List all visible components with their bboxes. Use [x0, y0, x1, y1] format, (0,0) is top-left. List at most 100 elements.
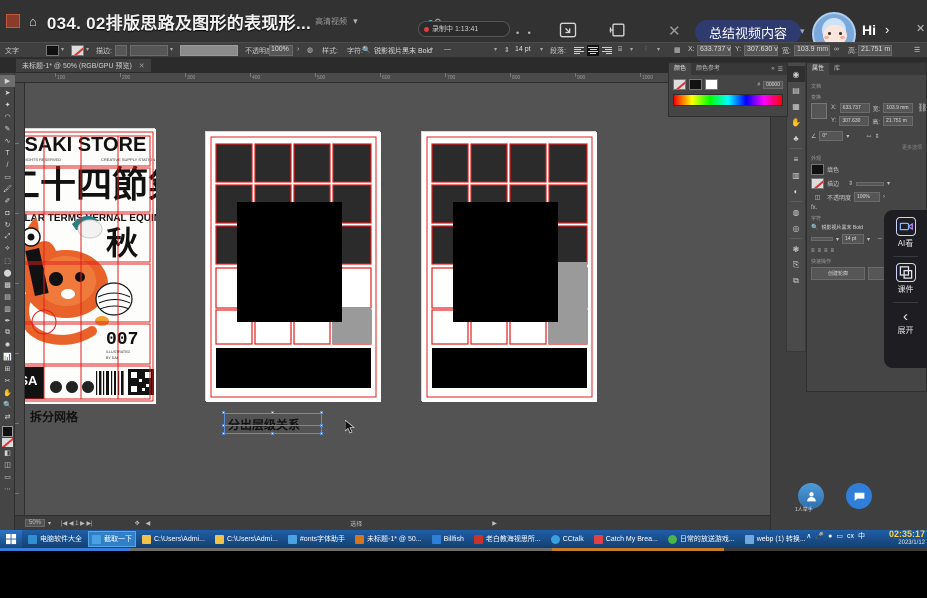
selection-handle[interactable]: [222, 411, 225, 414]
windows-taskbar[interactable]: 电脑软件大全 截取一下 C:\Users\Admi... C:\Users\Ad…: [0, 530, 927, 548]
toolbar-overflow-icon[interactable]: ⋯: [0, 483, 15, 495]
artboard-tool[interactable]: ⊞: [0, 363, 15, 375]
chevron-down-icon[interactable]: ▾: [887, 180, 890, 187]
layers-panel-icon[interactable]: ▤: [787, 82, 805, 98]
hand-tool[interactable]: ✋: [0, 387, 15, 399]
search-icon[interactable]: 🔍: [811, 224, 818, 231]
canvas-text-selection[interactable]: 分出层级关系: [224, 413, 296, 430]
paintbrush-tool[interactable]: 🖌: [0, 183, 15, 195]
status-scroll-left-icon[interactable]: ◀: [146, 520, 151, 527]
chevron-down-icon[interactable]: ▾: [846, 133, 849, 140]
rotate-tool[interactable]: ↻: [0, 219, 15, 231]
font-size-stepper-icon[interactable]: ⇕: [504, 46, 510, 54]
chevron-down-icon[interactable]: ▾: [800, 26, 805, 37]
swap-fill-stroke-icon[interactable]: ⇄: [0, 411, 15, 423]
font-style-value[interactable]: —: [444, 46, 451, 53]
chevron-down-icon[interactable]: ▾: [86, 46, 89, 53]
home-icon[interactable]: ⌂: [29, 14, 37, 29]
font-weight-field[interactable]: [811, 237, 833, 241]
lock-ratio-icon[interactable]: ∞: [834, 46, 839, 53]
tab-libraries[interactable]: 库: [829, 63, 845, 75]
eyedropper-tool[interactable]: ✒: [0, 315, 15, 327]
black-swatch[interactable]: [689, 79, 702, 90]
chevron-down-icon[interactable]: ▾: [61, 46, 64, 53]
taskbar-item[interactable]: Billfish: [428, 531, 468, 547]
libraries-panel-icon[interactable]: ▦: [787, 98, 805, 114]
hex-value[interactable]: 00000: [763, 81, 783, 89]
taskbar-item[interactable]: 未标题-1* @ 50...: [351, 531, 426, 547]
chevron-right-icon[interactable]: ›: [883, 194, 885, 200]
ai-watch-button[interactable]: AI看: [896, 217, 916, 249]
color-mode-icons[interactable]: ◧: [0, 447, 15, 459]
poster-artboard-original[interactable]: ASAKI STORE ASAKI RIGHTS RESERVED CREATI…: [25, 128, 155, 403]
fill-swatch[interactable]: [811, 164, 824, 175]
fill-swatch[interactable]: [46, 45, 59, 56]
line-tool[interactable]: /: [0, 159, 15, 171]
chevron-down-icon[interactable]: ▾: [353, 16, 358, 27]
selection-handle[interactable]: [271, 411, 274, 414]
tray-volume-icon[interactable]: cx: [847, 533, 854, 540]
zoom-tool[interactable]: 🔍: [0, 399, 15, 411]
status-scroll-right-icon[interactable]: ▶: [492, 520, 497, 527]
close-icon[interactable]: ✕: [668, 22, 681, 40]
reference-point-selector[interactable]: [811, 103, 827, 119]
collapse-icon[interactable]: »: [771, 66, 774, 72]
more-options-label[interactable]: 更多选项: [811, 144, 922, 151]
shape-builder-tool[interactable]: ⬤: [0, 267, 15, 279]
chevron-down-icon[interactable]: ▾: [630, 46, 633, 53]
create-outlines-button[interactable]: 创建轮廓: [811, 267, 865, 280]
flip-horizontal-icon[interactable]: ⇿: [866, 133, 871, 140]
eraser-tool[interactable]: ◘: [0, 207, 15, 219]
taskbar-item[interactable]: Catch My Brea...: [590, 531, 662, 547]
curvature-tool[interactable]: ∿: [0, 135, 15, 147]
chevron-down-icon[interactable]: ▾: [836, 236, 839, 243]
perspective-grid-tool[interactable]: ▩: [0, 279, 15, 291]
align-justify-icon[interactable]: ≡: [831, 248, 835, 254]
properties-panel-tabs[interactable]: 属性 库: [807, 63, 926, 75]
poster-artboard-hierarchy[interactable]: [421, 131, 596, 401]
microphone-icon[interactable]: 🎤: [815, 532, 824, 540]
tab-color-guide[interactable]: 颜色参考: [691, 63, 725, 75]
align-right-icon[interactable]: [602, 46, 612, 55]
kerning-icon[interactable]: ⇔: [877, 236, 883, 242]
align-left-icon[interactable]: [574, 46, 584, 55]
opacity-field[interactable]: 100%: [854, 192, 880, 202]
panel-icon-rail[interactable]: ◉ ▤ ▦ ✋ ♣ ≡ ▥ ◐ ◍ ◎ ❃ ⎘ ⧉: [786, 62, 806, 352]
color-spectrum[interactable]: [673, 94, 783, 106]
selection-bounding-box[interactable]: [224, 413, 322, 426]
selection-handle[interactable]: [222, 432, 225, 435]
symbols-panel-icon[interactable]: ♣: [787, 130, 805, 146]
chevron-down-icon[interactable]: ▾: [657, 46, 660, 53]
free-transform-tool[interactable]: ⬚: [0, 255, 15, 267]
taskbar-clock[interactable]: 02:35:17 2023/1/12: [889, 530, 925, 548]
selection-tool[interactable]: ▶: [0, 75, 15, 87]
poster-artboard-grid[interactable]: [205, 131, 380, 401]
width-tool[interactable]: ⟡: [0, 243, 15, 255]
stroke-weight-field[interactable]: [856, 182, 884, 186]
chevron-down-icon[interactable]: ▾: [494, 46, 497, 53]
chevron-down-icon[interactable]: ▾: [867, 236, 870, 243]
drawing-mode-icon[interactable]: ◫: [0, 459, 15, 471]
stroke-swatch[interactable]: [71, 45, 84, 56]
chevron-down-icon[interactable]: ▾: [430, 46, 433, 53]
magic-wand-tool[interactable]: ✦: [0, 99, 15, 111]
taskbar-item[interactable]: 老白教海视思所...: [470, 531, 545, 547]
color-panel[interactable]: 颜色 颜色参考 » ☰ # 00000: [668, 62, 788, 117]
stroke-profile-field[interactable]: [130, 45, 168, 56]
align-center-icon[interactable]: [588, 46, 598, 55]
gradient-tool[interactable]: ▥: [0, 303, 15, 315]
width-field[interactable]: 103.9 mm: [883, 103, 913, 113]
tab-properties[interactable]: 属性: [807, 63, 829, 75]
screen-mode-icon[interactable]: ▭: [0, 471, 15, 483]
close-icon[interactable]: ✕: [139, 62, 145, 70]
gradient-panel-icon[interactable]: ▥: [787, 167, 805, 183]
align-panel-icon[interactable]: ⫶: [645, 46, 647, 54]
courseware-button[interactable]: 课件: [896, 263, 916, 295]
taskbar-item[interactable]: 日常的放送游戏...: [664, 531, 739, 547]
fill-color-swatch[interactable]: [2, 426, 13, 437]
graphic-styles-panel-icon[interactable]: ◎: [787, 220, 805, 236]
video-player-controls[interactable]: 倍速 超清 SWP 字幕 查找 SWP: [0, 548, 927, 598]
blend-tool[interactable]: ⧉: [0, 327, 15, 339]
align-right-icon[interactable]: ≡: [824, 248, 828, 254]
panel-menu-icon[interactable]: ☰: [914, 46, 920, 54]
